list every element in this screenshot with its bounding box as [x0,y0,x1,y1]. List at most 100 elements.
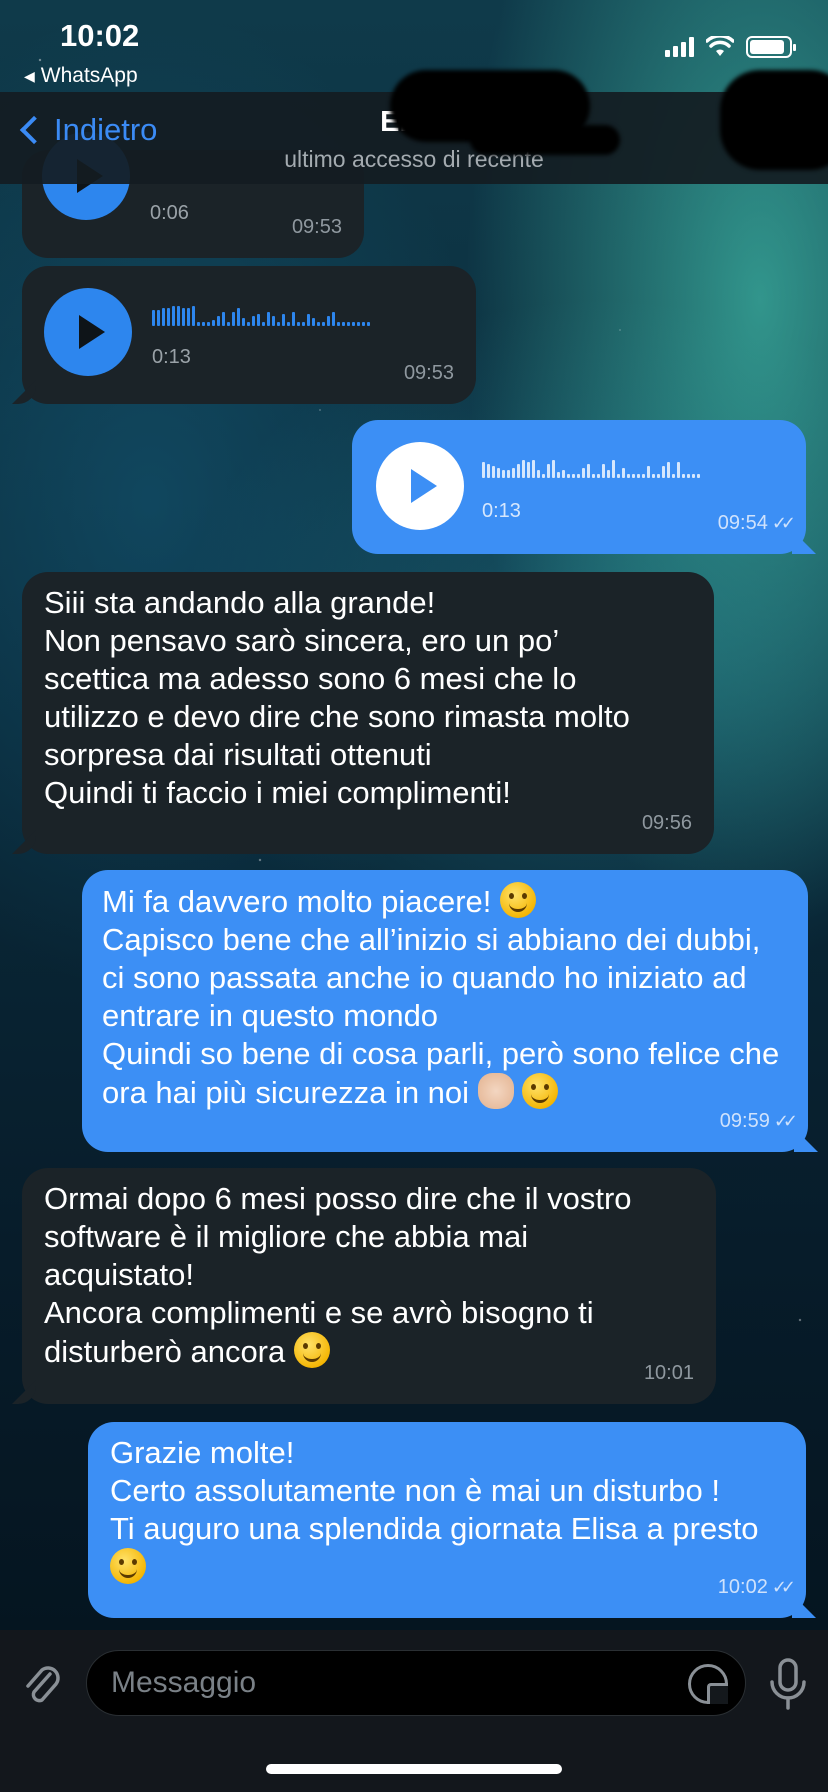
message-text: Grazie molte! Certo assolutamente non è … [110,1434,770,1587]
waveform-bar [627,474,630,478]
sticker-icon[interactable] [688,1664,728,1704]
waveform-bar [172,306,175,326]
waveform-bar [212,320,215,326]
waveform-bar [262,322,265,326]
waveform-bar [652,474,655,478]
waveform-bar [307,314,310,326]
waveform-bar [662,466,665,478]
message-time: 10:01 [643,1362,694,1384]
incoming-text-message[interactable]: Ormai dopo 6 mesi posso dire che il vost… [22,1168,716,1404]
waveform-bar [622,468,625,478]
waveform-bar [492,466,495,478]
waveform-bar [672,474,675,478]
waveform-bar [642,474,645,478]
waveform-bar [592,474,595,478]
waveform-bar [342,322,345,326]
waveform-bar [522,460,525,478]
outgoing-text-message[interactable]: Mi fa davvero molto piacere! Capisco ben… [82,870,808,1152]
waveform-bar [512,468,515,478]
outgoing-text-message[interactable]: Grazie molte! Certo assolutamente non è … [88,1422,806,1618]
wifi-icon [706,36,734,56]
waveform-bar [157,310,160,326]
voice-waveform[interactable] [152,304,370,326]
read-ticks-icon: ✓✓ [771,1577,796,1597]
waveform-bar [222,312,225,326]
waveform-bar [532,460,535,478]
message-input[interactable] [86,1650,746,1716]
waveform-bar [202,322,205,326]
waveform-bar [297,322,300,326]
waveform-bar [197,322,200,326]
waveform-bar [637,474,640,478]
waveform-bar [697,474,700,478]
waveform-bar [277,322,280,326]
waveform-bar [657,474,660,478]
waveform-bar [687,474,690,478]
waveform-bar [557,472,560,478]
waveform-bar [192,306,195,326]
outgoing-voice-message[interactable]: 0:13 09:54 ✓✓ [352,420,806,554]
message-time-text: 09:54 [717,512,768,534]
play-button[interactable] [376,442,464,530]
attach-icon[interactable] [22,1662,62,1706]
message-time: 09:54 ✓✓ [717,504,796,542]
voice-duration: 0:06 [150,202,189,224]
waveform-bar [167,308,170,326]
waveform-bar [287,322,290,326]
waveform-bar [577,474,580,478]
voice-waveform[interactable] [482,456,700,478]
waveform-bar [227,322,230,326]
message-text-part: Mi fa davvero molto piacere! [102,884,501,919]
waveform-bar [292,312,295,326]
waveform-bar [282,314,285,326]
waveform-bar [322,322,325,326]
waveform-bar [207,322,210,326]
waveform-bar [267,312,270,326]
status-icons [665,36,796,58]
incoming-text-message[interactable]: Siii sta andando alla grande! Non pensav… [22,572,714,854]
back-app-label: WhatsApp [40,64,138,87]
waveform-bar [272,316,275,326]
play-button[interactable] [44,288,132,376]
incoming-voice-message[interactable]: 0:13 09:53 [22,266,476,404]
grinning-face-emoji-icon [522,1073,559,1109]
waveform-bar [632,474,635,478]
home-indicator[interactable] [266,1764,562,1774]
waveform-bar [692,474,695,478]
waveform-bar [237,308,240,326]
waveform-bar [542,474,545,478]
waveform-bar [347,322,350,326]
waveform-bar [562,470,565,478]
waveform-bar [552,460,555,478]
waveform-bar [547,464,550,478]
microphone-icon[interactable] [768,1658,808,1710]
contact-status: ultimo accesso di recente [284,146,544,172]
waveform-bar [497,468,500,478]
message-time: 09:59 ✓✓ [719,1102,798,1140]
waveform-bar [647,466,650,478]
status-time: 10:02 [60,18,140,53]
waveform-bar [517,464,520,478]
waveform-bar [357,322,360,326]
waveform-bar [252,316,255,326]
waveform-bar [352,322,355,326]
message-text: Siii sta andando alla grande! Non pensav… [44,585,630,810]
message-text-part: Ormai dopo 6 mesi posso dire che il vost… [44,1181,632,1369]
back-to-app-link[interactable]: ◀ WhatsApp [24,64,138,88]
waveform-bar [162,308,165,326]
waveform-bar [502,470,505,478]
battery-icon [746,36,796,58]
waveform-bar [177,306,180,326]
signal-icon [665,37,694,57]
message-time: 09:53 [291,216,342,238]
waveform-bar [582,468,585,478]
waveform-bar [587,464,590,478]
message-text: Ormai dopo 6 mesi posso dire che il vost… [44,1180,684,1371]
message-time-text: 09:59 [719,1110,770,1132]
waveform-bar [152,310,155,326]
waveform-bar [607,470,610,478]
waveform-bar [332,312,335,326]
waveform-bar [312,318,315,326]
message-time: 09:53 [403,362,454,384]
message-time-text: 10:02 [717,1576,768,1598]
